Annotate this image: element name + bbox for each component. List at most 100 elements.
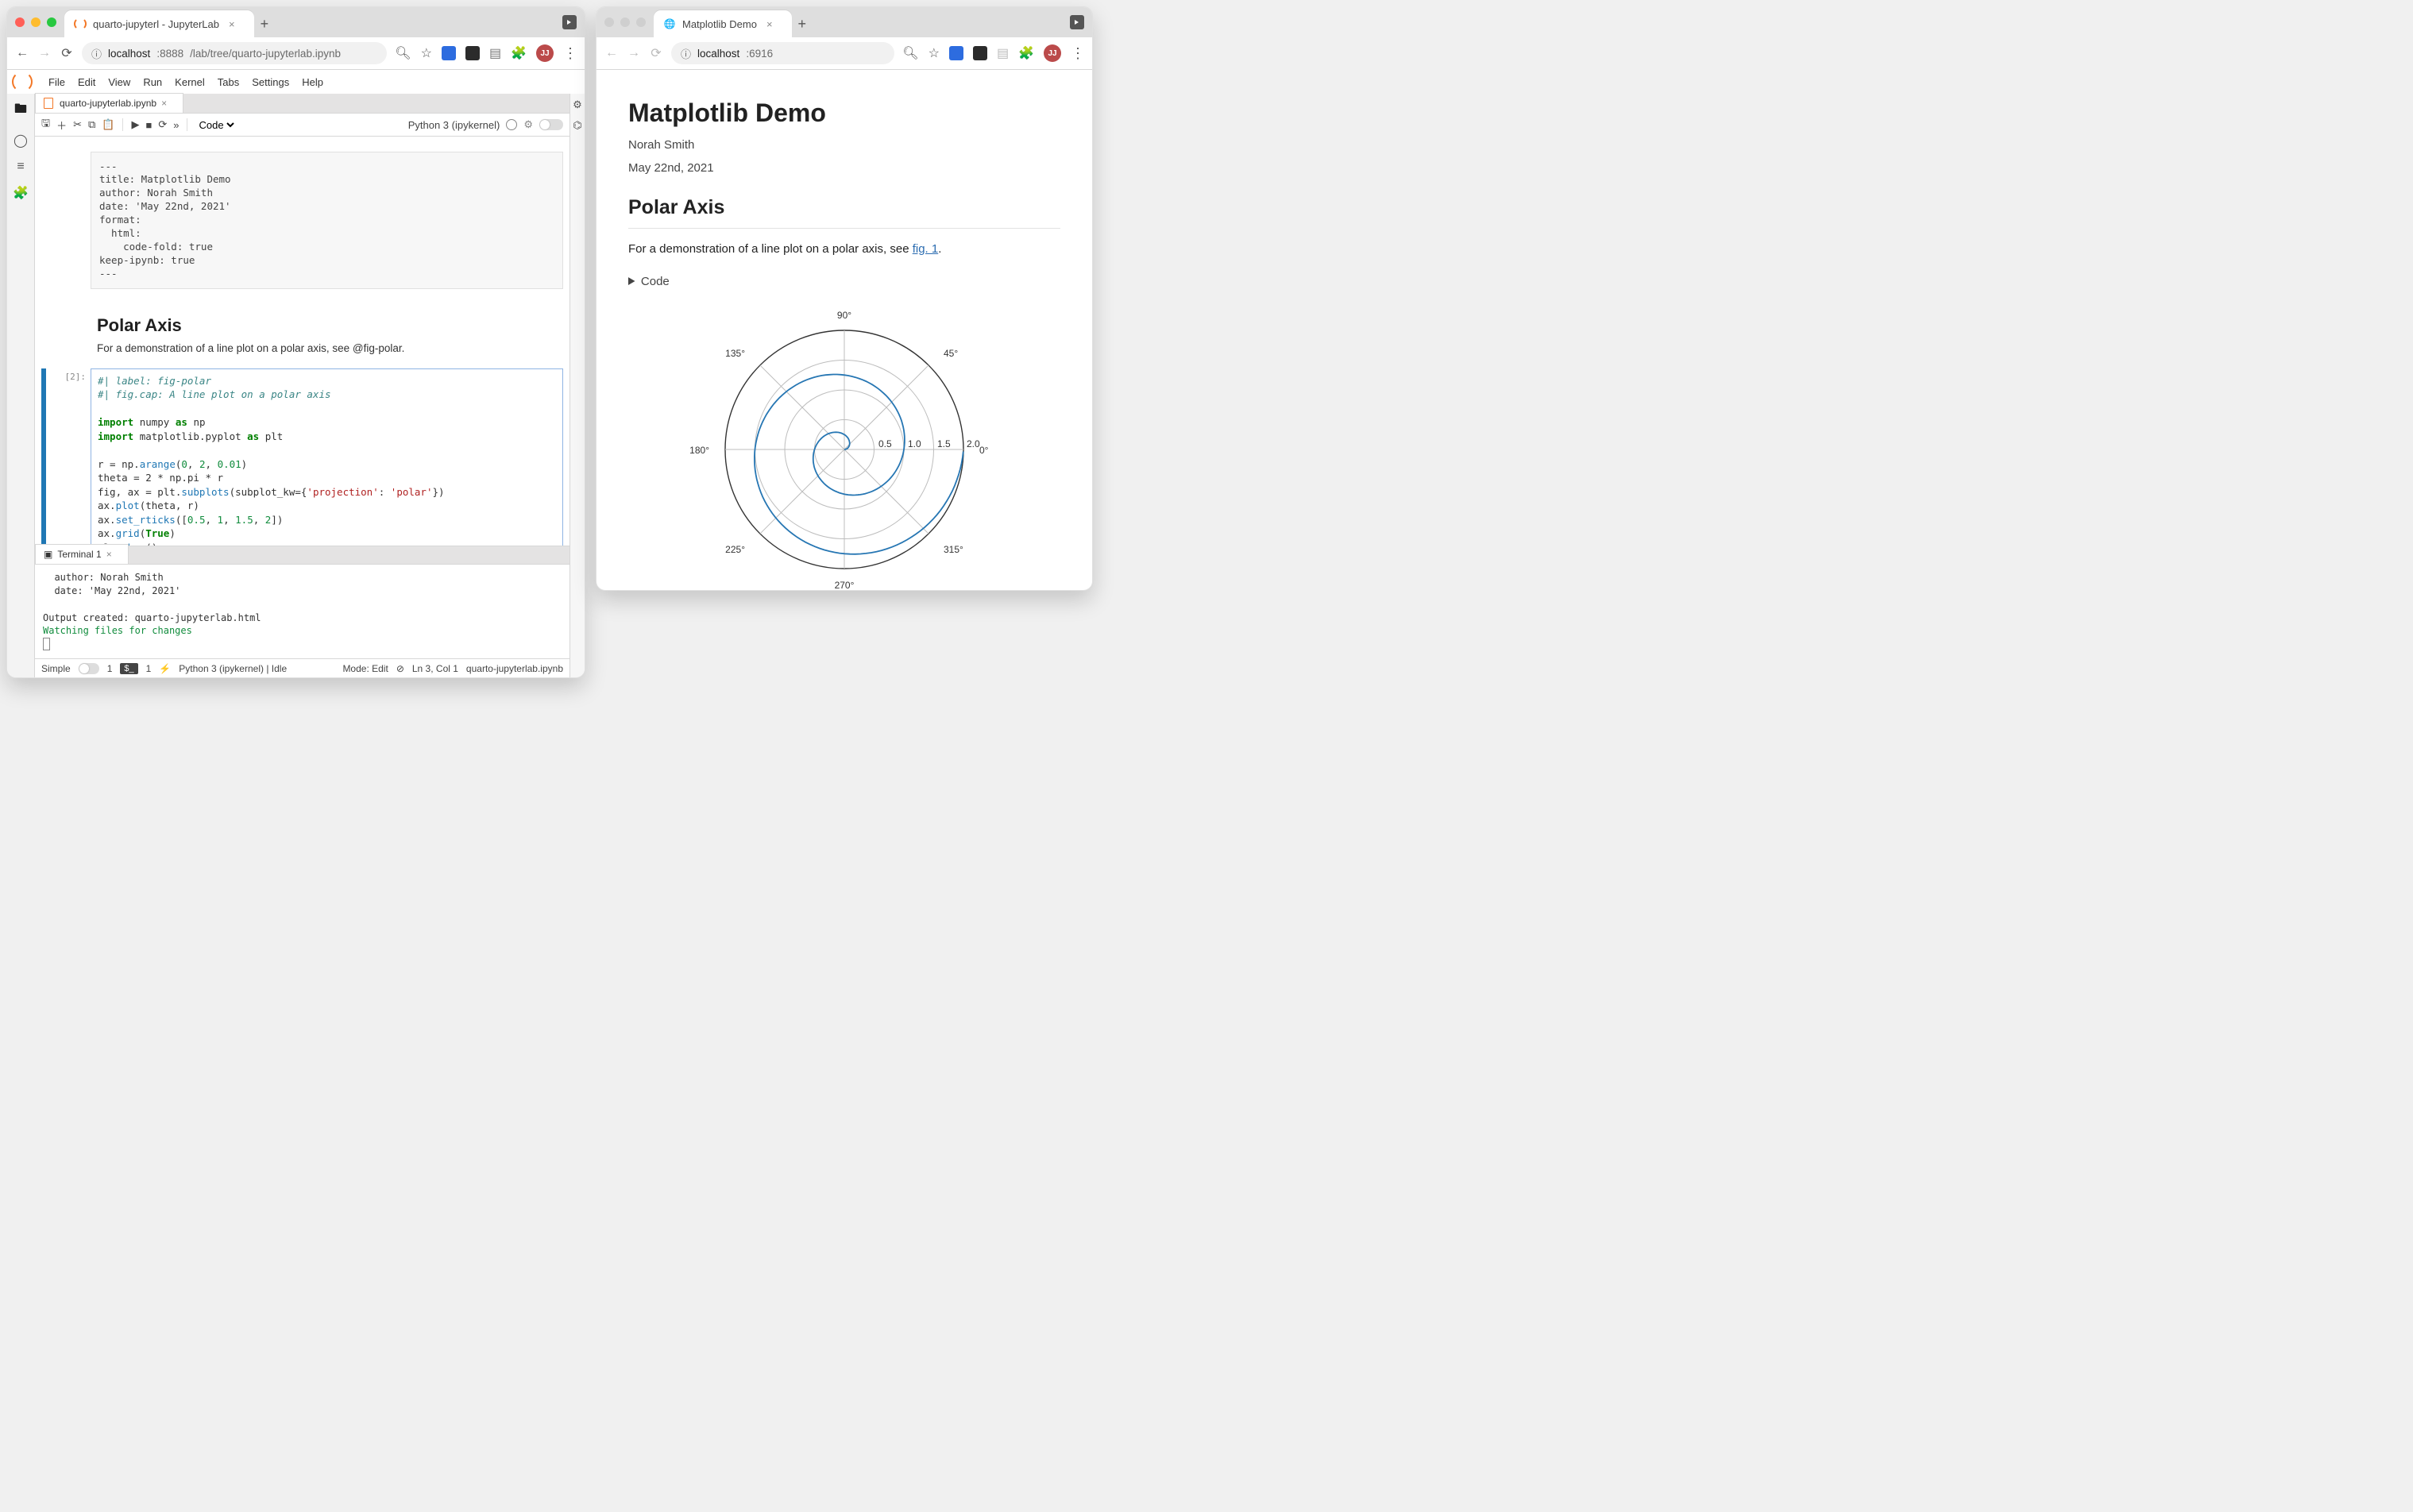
fig-link[interactable]: fig. 1 [913, 242, 939, 256]
terminal-tab[interactable]: ▣ Terminal 1 × [35, 544, 129, 564]
close-window-icon[interactable] [15, 17, 25, 27]
menu-edit[interactable]: Edit [78, 76, 95, 88]
inspector-icon[interactable]: ⚙ [573, 98, 582, 111]
forward-button[interactable]: → [627, 46, 641, 60]
file-browser-icon[interactable]: 🖿 [14, 100, 27, 122]
close-tab-icon[interactable]: × [229, 18, 235, 30]
close-window-icon[interactable] [604, 17, 614, 27]
reload-button[interactable]: ⟳ [60, 45, 74, 61]
notebook-file-icon [44, 98, 55, 109]
menu-tabs[interactable]: Tabs [218, 76, 239, 88]
rendered-page[interactable]: Matplotlib Demo Norah Smith May 22nd, 20… [596, 70, 1092, 591]
extension-icon[interactable] [973, 46, 987, 60]
notebook-area[interactable]: --- title: Matplotlib Demo author: Norah… [35, 137, 569, 546]
close-terminal-icon[interactable]: × [106, 549, 112, 560]
address-bar[interactable]: ⓘ localhost:6916 [671, 42, 894, 64]
debugger-toggle[interactable] [539, 119, 563, 130]
cut-icon[interactable]: ✂ [73, 118, 82, 131]
notebook-tab[interactable]: quarto-jupyterlab.ipynb × [35, 93, 183, 113]
menu-kernel[interactable]: Kernel [175, 76, 205, 88]
notification-icon[interactable]: ⊘ [396, 663, 404, 674]
svg-text:0°: 0° [979, 445, 989, 456]
star-icon[interactable]: ☆ [421, 45, 432, 61]
terminal-count-chip[interactable]: $_ [120, 663, 137, 674]
media-control-icon[interactable] [562, 15, 577, 29]
terminal-output[interactable]: author: Norah Smith date: 'May 22nd, 202… [35, 565, 569, 658]
code-fold[interactable]: Code [628, 270, 1060, 295]
cell-type-dropdown[interactable]: Code [195, 118, 237, 132]
menu-file[interactable]: File [48, 76, 65, 88]
fast-forward-icon[interactable]: » [173, 119, 179, 131]
address-bar[interactable]: ⓘ localhost:8888/lab/tree/quarto-jupyter… [82, 42, 387, 64]
md-paragraph: For a demonstration of a line plot on a … [97, 342, 563, 354]
execution-count: [2]: [51, 368, 86, 546]
browser-tab-preview[interactable]: 🌐 Matplotlib Demo × [654, 10, 792, 37]
running-icon[interactable]: ◯ [14, 133, 28, 148]
site-info-icon[interactable]: ⓘ [681, 46, 691, 61]
restart-icon[interactable]: ⟳ [158, 118, 167, 131]
profile-avatar[interactable]: JJ [536, 44, 554, 62]
menu-help[interactable]: Help [302, 76, 323, 88]
new-tab-button[interactable]: + [798, 16, 807, 33]
profile-avatar[interactable]: JJ [1044, 44, 1061, 62]
zoom-extension-icon[interactable] [442, 46, 456, 60]
copy-icon[interactable]: ⧉ [88, 118, 95, 131]
menu-view[interactable]: View [108, 76, 130, 88]
kernel-name[interactable]: Python 3 (ipykernel) [408, 119, 500, 131]
star-icon[interactable]: ☆ [929, 45, 940, 61]
search-icon[interactable]: 🔍︎ [395, 45, 411, 61]
intro-paragraph: For a demonstration of a line plot on a … [628, 241, 1060, 259]
run-icon[interactable]: ▶ [131, 118, 139, 131]
markdown-cell[interactable]: Polar Axis For a demonstration of a line… [97, 307, 563, 361]
polar-plot: 0.5 1.0 1.5 2.0 0° 45° 90° 135° 180° 225… [678, 303, 1011, 592]
titlebar: quarto-jupyterl - JupyterLab × + [7, 7, 585, 37]
svg-text:2.0: 2.0 [967, 438, 980, 449]
yaml-front-matter-cell[interactable]: --- title: Matplotlib Demo author: Norah… [91, 152, 563, 290]
browser-tab-jupyter[interactable]: quarto-jupyterl - JupyterLab × [64, 10, 254, 37]
doc-tabs: quarto-jupyterlab.ipynb × [35, 94, 569, 114]
debugger-icon[interactable]: ⌬ [573, 119, 581, 132]
tabbar: 🌐 Matplotlib Demo × + [654, 7, 1062, 37]
more-menu-icon[interactable]: ⋮ [1071, 45, 1084, 62]
code-editor[interactable]: #| label: fig-polar #| fig.cap: A line p… [91, 368, 563, 546]
media-control-icon[interactable] [1070, 15, 1084, 29]
extensions-icon[interactable]: 🧩 [1018, 45, 1034, 61]
minimize-window-icon[interactable] [31, 17, 41, 27]
add-cell-icon[interactable]: ＋ [56, 118, 67, 133]
menu-settings[interactable]: Settings [252, 76, 289, 88]
extensions-icon[interactable]: 🧩 [511, 45, 527, 61]
stop-icon[interactable]: ■ [145, 119, 152, 131]
minimize-window-icon[interactable] [620, 17, 630, 27]
maximize-window-icon[interactable] [47, 17, 56, 27]
new-tab-button[interactable]: + [261, 16, 269, 33]
md-heading: Polar Axis [97, 315, 563, 336]
bug-icon[interactable]: ⚙ [523, 118, 533, 131]
main-area: quarto-jupyterlab.ipynb × 🖫 ＋ ✂ ⧉ 📋 ▶ ■ … [35, 94, 569, 678]
save-icon[interactable]: 🖫 [41, 116, 50, 133]
back-button[interactable]: ← [604, 46, 619, 60]
site-info-icon[interactable]: ⓘ [91, 46, 102, 61]
extension-icon[interactable] [465, 46, 480, 60]
back-button[interactable]: ← [15, 46, 29, 60]
menu-run[interactable]: Run [143, 76, 162, 88]
terminal-icon: ▣ [44, 549, 52, 560]
reader-icon[interactable]: ▤ [489, 45, 501, 61]
reload-button[interactable]: ⟳ [649, 45, 663, 61]
forward-button[interactable]: → [37, 46, 52, 60]
extension-manager-icon[interactable]: 🧩 [13, 185, 29, 201]
paste-icon[interactable]: 📋 [102, 118, 114, 131]
search-icon[interactable]: 🔍︎ [902, 45, 918, 61]
status-kernel[interactable]: Python 3 (ipykernel) | Idle [179, 663, 287, 674]
reader-icon[interactable]: ▤ [997, 45, 1009, 61]
maximize-window-icon[interactable] [636, 17, 646, 27]
close-tab-icon[interactable]: × [766, 18, 773, 30]
more-menu-icon[interactable]: ⋮ [563, 45, 577, 62]
cell-gutter [41, 368, 46, 546]
url-port: :8888 [156, 48, 183, 60]
toc-icon[interactable]: ≡ [17, 160, 24, 174]
code-cell[interactable]: [2]: #| label: fig-polar #| fig.cap: A l… [41, 368, 563, 546]
close-doc-icon[interactable]: × [161, 98, 167, 109]
simple-toggle[interactable] [79, 663, 99, 674]
code-toggle-label[interactable]: Code [628, 270, 1060, 295]
zoom-extension-icon[interactable] [949, 46, 963, 60]
